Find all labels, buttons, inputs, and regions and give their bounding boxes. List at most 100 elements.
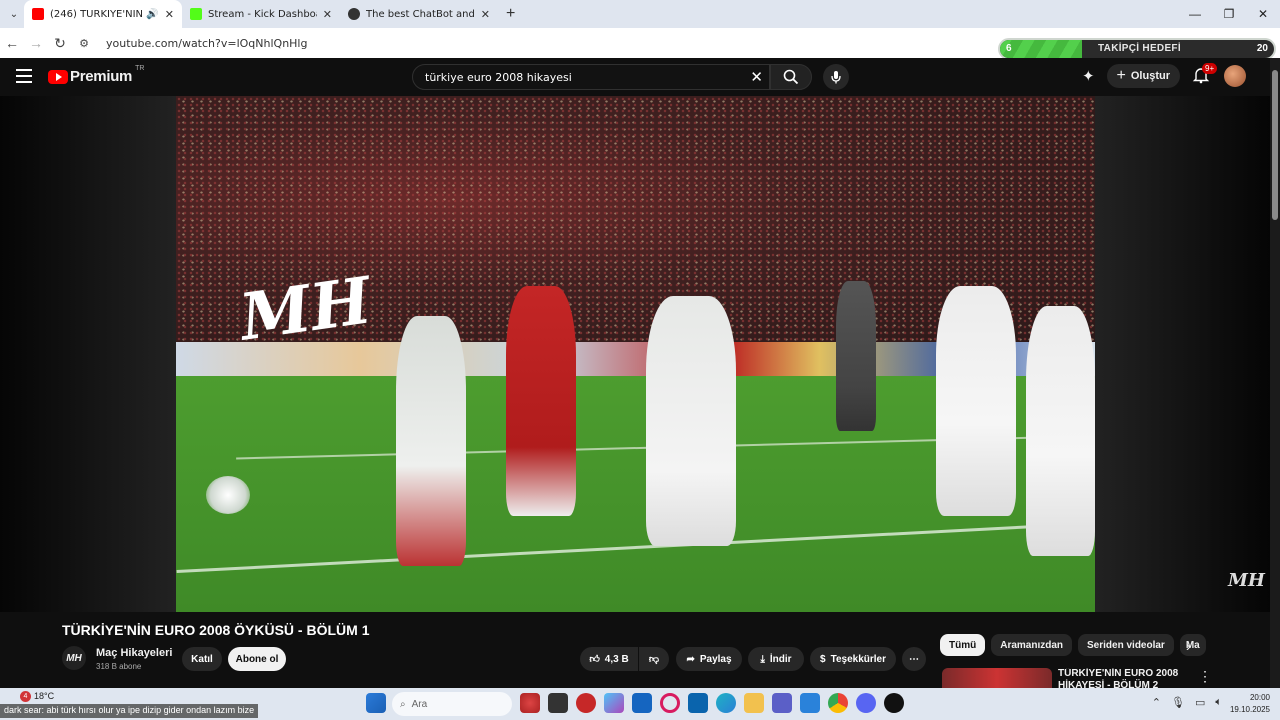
download-button[interactable]: ⤓ İndir	[748, 647, 804, 671]
youtube-play-icon	[48, 69, 68, 84]
player-white	[936, 286, 1016, 516]
start-icon[interactable]	[366, 693, 386, 713]
copilot-icon[interactable]	[604, 693, 624, 713]
goal-target: 20	[1256, 43, 1268, 54]
github-favicon-icon	[348, 8, 360, 20]
video-frame[interactable]	[176, 96, 1095, 612]
opera-icon[interactable]	[660, 693, 680, 713]
volume-icon[interactable]: 🔈︎	[1215, 696, 1222, 709]
notifications-button[interactable]: 9+	[1192, 63, 1218, 86]
clock[interactable]: 20:00 19.10.2025	[1230, 692, 1270, 716]
app-icon[interactable]	[884, 693, 904, 713]
explorer-icon[interactable]	[744, 693, 764, 713]
video-player[interactable]: MH	[0, 96, 1270, 612]
like-count: 4,3 B	[604, 653, 629, 665]
tab-title: Stream - Kick Dashboard	[208, 8, 317, 20]
discord-icon[interactable]	[856, 693, 876, 713]
widgets-icon[interactable]	[520, 693, 540, 713]
avatar[interactable]	[1224, 65, 1246, 87]
download-label: İndir	[769, 653, 792, 665]
store-icon[interactable]	[800, 693, 820, 713]
create-label: Oluştur	[1130, 70, 1170, 82]
youtube-premium-logo[interactable]: Premium TR	[48, 65, 144, 85]
studio-icon[interactable]: ✦	[1082, 67, 1095, 85]
channel-name[interactable]: Maç Hikayeleri	[96, 647, 172, 659]
tab-chatbot[interactable]: The best ChatBot and Widgets ✕	[340, 0, 498, 28]
window-controls: — ❐ ✕	[1178, 0, 1280, 28]
back-icon[interactable]: ←	[0, 35, 24, 51]
menu-icon[interactable]	[16, 69, 32, 83]
outlook-icon[interactable]	[688, 693, 708, 713]
teams-icon[interactable]	[772, 693, 792, 713]
goal-progress-fill	[1000, 40, 1083, 58]
subscribe-button[interactable]: Abone ol	[228, 647, 286, 671]
app-icon[interactable]	[632, 693, 652, 713]
share-icon: ➦	[686, 653, 695, 665]
clear-search-icon[interactable]: ✕	[750, 68, 763, 86]
player-white	[396, 316, 466, 566]
network-icon[interactable]: ▭	[1195, 696, 1205, 709]
close-tab-icon[interactable]: ✕	[481, 8, 490, 21]
chevron-right-icon[interactable]: ›	[1186, 638, 1191, 654]
tab-title: The best ChatBot and Widgets	[366, 8, 475, 20]
related-menu-icon[interactable]: ⋮	[1198, 668, 1212, 685]
search-placeholder: Ara	[411, 698, 428, 710]
share-button[interactable]: ➦ Paylaş	[676, 647, 742, 671]
tab-kick-dashboard[interactable]: Stream - Kick Dashboard ✕	[182, 0, 340, 28]
close-tab-icon[interactable]: ✕	[323, 8, 332, 21]
mic-icon	[831, 71, 841, 84]
like-button[interactable]: 👍︎ 4,3 B	[580, 647, 638, 671]
reload-icon[interactable]: ↻	[48, 35, 72, 52]
dislike-button[interactable]: 👎︎	[639, 647, 669, 671]
ball	[206, 476, 250, 514]
chip-all[interactable]: Tümü	[940, 634, 986, 656]
forward-icon[interactable]: →	[24, 35, 48, 51]
channel-avatar[interactable]: MH	[62, 646, 86, 670]
new-tab-button[interactable]: +	[506, 5, 515, 23]
page-scrollbar[interactable]	[1270, 58, 1280, 688]
thanks-button[interactable]: $ Teşekkürler	[810, 647, 896, 671]
player-red	[506, 286, 576, 516]
related-thumbnail[interactable]	[942, 668, 1052, 688]
taskbar-search[interactable]: ⌕ Ara	[392, 692, 512, 716]
referee	[836, 281, 876, 431]
url-field[interactable]: youtube.com/watch?v=lOqNhlQnHlg	[106, 37, 307, 50]
chevron-up-icon[interactable]: ⌃	[1152, 696, 1161, 709]
pinned-apps	[520, 693, 904, 713]
tab-title: (246) TÜRKİYE'NİN EURO 2008	[50, 8, 143, 20]
chrome-icon[interactable]	[828, 693, 848, 713]
edge-icon[interactable]	[716, 693, 736, 713]
browser-tab-bar: ⌄ (246) TÜRKİYE'NİN EURO 2008 🔊 ✕ Stream…	[0, 0, 1280, 28]
create-button[interactable]: + Oluştur	[1106, 64, 1180, 88]
taskbar: 4 18°C dark sear: abi türk hırsı olur ya…	[0, 688, 1280, 720]
chip-more[interactable]: Ma	[1179, 634, 1206, 656]
speaker-icon[interactable]: 🔊	[146, 9, 158, 20]
chip-from-search[interactable]: Aramanızdan	[991, 634, 1073, 656]
close-tab-icon[interactable]: ✕	[165, 8, 174, 21]
search-input[interactable]: türkiye euro 2008 hikayesi ✕	[412, 64, 770, 90]
tab-search-button[interactable]: ⌄	[4, 4, 24, 24]
mic-icon[interactable]: 🎙︎	[1171, 696, 1185, 709]
player-white	[646, 296, 736, 546]
voice-search-button[interactable]	[823, 64, 849, 90]
weather-widget[interactable]: 18°C	[6, 691, 54, 701]
close-window-icon[interactable]: ✕	[1246, 0, 1280, 28]
app-icon[interactable]	[576, 693, 596, 713]
join-button[interactable]: Katıl	[182, 647, 222, 671]
site-info-icon[interactable]: ⚙	[72, 37, 96, 50]
ambient-left	[0, 96, 176, 612]
scrollbar-thumb[interactable]	[1272, 70, 1278, 220]
minimize-icon[interactable]: —	[1178, 0, 1212, 28]
share-label: Paylaş	[699, 653, 732, 665]
more-actions-button[interactable]: ⋯	[902, 647, 926, 671]
search-button[interactable]	[770, 64, 812, 90]
tab-youtube[interactable]: (246) TÜRKİYE'NİN EURO 2008 🔊 ✕	[24, 0, 182, 28]
thumbs-down-icon: 👎︎	[648, 654, 660, 665]
chat-ticker: dark sear: abi türk hırsı olur ya ipe di…	[0, 704, 259, 718]
subscriber-count: 318 B abone	[96, 662, 142, 671]
task-view-icon[interactable]	[548, 693, 568, 713]
taskbar-apps	[366, 693, 386, 713]
related-title[interactable]: TÜRKİYE'NİN EURO 2008 HİKAYESİ - BÖLÜM 2	[1058, 668, 1188, 688]
restore-icon[interactable]: ❐	[1212, 0, 1246, 28]
chip-series[interactable]: Seriden videolar	[1078, 634, 1174, 656]
